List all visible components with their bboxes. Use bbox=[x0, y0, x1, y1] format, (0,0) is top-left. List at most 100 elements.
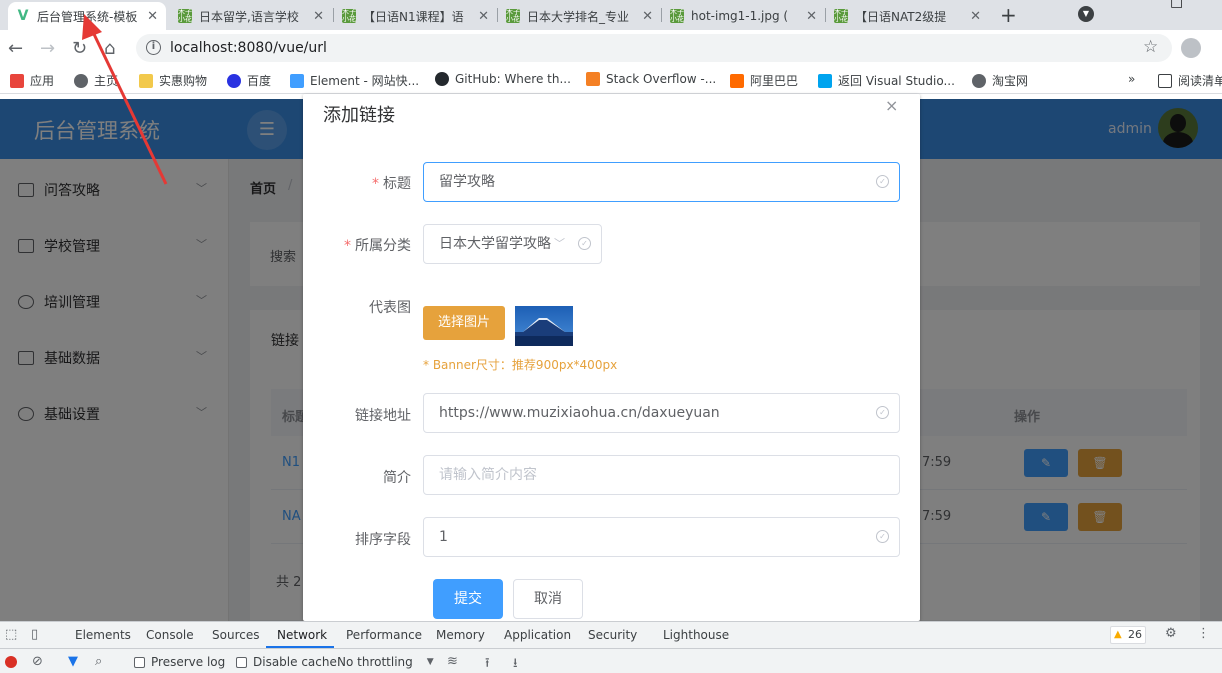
muzi-favicon-icon: 木子 小花 bbox=[834, 9, 848, 23]
url-input[interactable]: https://www.muzixiaohua.cn/daxueyuan bbox=[423, 393, 900, 433]
profile-avatar-icon[interactable] bbox=[1181, 38, 1201, 58]
banner-size-hint: * Banner尺寸：推荐900px*400px bbox=[423, 358, 618, 372]
forward-arrow-icon[interactable]: → bbox=[40, 38, 55, 59]
devtools-tab-network[interactable]: Network bbox=[277, 628, 327, 642]
browser-tab[interactable]: 木子 小花 日本留学,语言学校 ✕ bbox=[170, 2, 332, 30]
site-info-icon[interactable]: i bbox=[146, 40, 161, 55]
browser-tab[interactable]: 木子 小花 【日语N1课程】语 ✕ bbox=[334, 2, 497, 30]
bookmark-stackoverflow[interactable]: Stack Overflow -... bbox=[586, 72, 716, 86]
tab-title: 【日语N1课程】语 bbox=[363, 9, 464, 24]
tab-close-icon[interactable]: ✕ bbox=[478, 9, 489, 24]
devtools-tab-elements[interactable]: Elements bbox=[75, 628, 131, 642]
bookmark-label: 返回 Visual Studio... bbox=[838, 74, 955, 88]
devtools-tab-security[interactable]: Security bbox=[588, 628, 637, 642]
bookmark-label: 淘宝网 bbox=[992, 74, 1029, 88]
reload-icon[interactable]: ↻ bbox=[72, 38, 87, 59]
apps-grid-icon bbox=[10, 73, 24, 88]
device-toolbar-icon[interactable]: ▯ bbox=[31, 627, 38, 642]
category-select[interactable]: 日本大学留学攻略 bbox=[423, 224, 602, 264]
submit-button[interactable]: 提交 bbox=[433, 579, 503, 619]
devtools-tab-memory[interactable]: Memory bbox=[436, 628, 485, 642]
valid-check-icon: ✓ bbox=[578, 237, 591, 250]
github-logo-icon bbox=[435, 72, 449, 86]
baidu-paw-icon bbox=[227, 73, 241, 88]
bookmark-star-icon[interactable]: ☆ bbox=[1143, 37, 1158, 57]
bookmark-element[interactable]: Element - 网站快... bbox=[290, 72, 419, 89]
reading-list[interactable]: 阅读清单 bbox=[1158, 72, 1222, 89]
valid-check-icon: ✓ bbox=[876, 175, 889, 188]
sort-input[interactable]: 1 bbox=[423, 517, 900, 557]
bookmark-label: 百度 bbox=[247, 74, 272, 88]
warning-icon: ▲ bbox=[1114, 629, 1122, 640]
title-label: * 标题 bbox=[372, 176, 411, 192]
browser-tab[interactable]: 木子 小花 hot-img1-1.jpg ( ✕ bbox=[662, 2, 825, 30]
bookmark-shopping[interactable]: 实惠购物 bbox=[139, 72, 207, 89]
bookmark-label: 主页 bbox=[94, 74, 119, 88]
throttling-select[interactable]: No throttling ▼ bbox=[337, 655, 434, 669]
devtools-tab-lighthouse[interactable]: Lighthouse bbox=[663, 628, 729, 642]
preview-image[interactable] bbox=[515, 306, 573, 346]
import-har-icon[interactable]: ⭱ bbox=[485, 654, 490, 673]
bookmark-label: Stack Overflow -... bbox=[606, 72, 717, 86]
reading-list-icon bbox=[1158, 73, 1172, 88]
url-label: 链接地址 bbox=[355, 408, 411, 424]
window-maximize-icon[interactable]: □ bbox=[1170, 0, 1183, 10]
url-text[interactable]: localhost:8080/vue/url bbox=[170, 40, 327, 56]
dropdown-arrow-icon: ▼ bbox=[426, 657, 434, 667]
close-icon[interactable]: × bbox=[885, 96, 898, 115]
bookmark-github[interactable]: GitHub: Where th... bbox=[435, 72, 571, 86]
element-logo-icon bbox=[290, 73, 304, 88]
intro-input[interactable]: 请输入简介内容 bbox=[423, 455, 900, 495]
bookmark-taobao[interactable]: 淘宝网 bbox=[972, 72, 1028, 89]
bookmark-label: 实惠购物 bbox=[159, 74, 208, 88]
globe-icon bbox=[74, 73, 88, 88]
search-icon[interactable]: ⌕ bbox=[95, 654, 102, 669]
devtools-tab-application[interactable]: Application bbox=[504, 628, 571, 642]
checkbox-label: Disable cache bbox=[253, 655, 337, 669]
tab-close-icon[interactable]: ✕ bbox=[313, 9, 324, 24]
bookmark-home[interactable]: 主页 bbox=[74, 72, 118, 89]
tab-search-icon[interactable]: ▼ bbox=[1078, 6, 1094, 22]
filter-icon[interactable]: ▼ bbox=[68, 654, 78, 669]
settings-gear-icon[interactable]: ⚙ bbox=[1165, 626, 1177, 641]
devtools-tab-sources[interactable]: Sources bbox=[212, 628, 259, 642]
record-button[interactable] bbox=[5, 656, 17, 668]
browser-tab[interactable]: 木子 小花 【日语NAT2级提 ✕ bbox=[826, 2, 989, 30]
tab-title: 【日语NAT2级提 bbox=[855, 9, 947, 24]
tab-close-icon[interactable]: ✕ bbox=[806, 9, 817, 24]
more-options-icon[interactable]: ⋮ bbox=[1197, 626, 1210, 641]
select-image-button[interactable]: 选择图片 bbox=[423, 306, 505, 340]
checkbox-label: Preserve log bbox=[151, 655, 226, 669]
muzi-favicon-icon: 木子 小花 bbox=[178, 9, 192, 23]
tab-close-icon[interactable]: ✕ bbox=[642, 9, 653, 24]
bookmark-visualstudio[interactable]: 返回 Visual Studio... bbox=[818, 72, 955, 89]
folder-icon bbox=[139, 73, 153, 88]
tab-close-icon[interactable]: ✕ bbox=[147, 9, 158, 24]
bookmark-label: 阿里巴巴 bbox=[750, 74, 799, 88]
devtools-tab-console[interactable]: Console bbox=[146, 628, 194, 642]
browser-tab-active[interactable]: V 后台管理系统-模板 ✕ bbox=[8, 2, 166, 30]
category-label-text: 所属分类 bbox=[355, 238, 411, 254]
globe-icon bbox=[972, 73, 986, 88]
clear-icon[interactable]: ⊘ bbox=[32, 654, 43, 669]
bookmark-baidu[interactable]: 百度 bbox=[227, 72, 271, 89]
bookmark-label: GitHub: Where th... bbox=[455, 72, 571, 86]
new-tab-plus-icon[interactable]: + bbox=[1000, 3, 1017, 27]
network-conditions-icon[interactable]: ≋ bbox=[447, 654, 458, 669]
tab-close-icon[interactable]: ✕ bbox=[970, 9, 981, 24]
devtools-tab-performance[interactable]: Performance bbox=[346, 628, 422, 642]
bookmark-apps[interactable]: 应用 bbox=[10, 72, 54, 89]
bookmark-alibaba[interactable]: 阿里巴巴 bbox=[730, 72, 798, 89]
bookmarks-more-icon[interactable]: » bbox=[1128, 72, 1135, 86]
inspect-element-icon[interactable]: ⬚ bbox=[5, 627, 17, 642]
browser-tab[interactable]: 木子 小花 日本大学排名_专业 ✕ bbox=[498, 2, 661, 30]
cancel-button[interactable]: 取消 bbox=[513, 579, 583, 619]
chevron-down-icon: ﹀ bbox=[554, 237, 565, 250]
title-input[interactable]: 留学攻略 bbox=[423, 162, 900, 202]
preserve-log-checkbox[interactable]: Preserve log bbox=[134, 655, 225, 669]
home-icon[interactable]: ⌂ bbox=[104, 38, 115, 59]
export-har-icon[interactable]: ⭳ bbox=[513, 654, 518, 673]
disable-cache-checkbox[interactable]: Disable cache bbox=[236, 655, 337, 669]
dialog-title: 添加链接 bbox=[323, 105, 395, 126]
back-arrow-icon[interactable]: ← bbox=[8, 38, 23, 59]
